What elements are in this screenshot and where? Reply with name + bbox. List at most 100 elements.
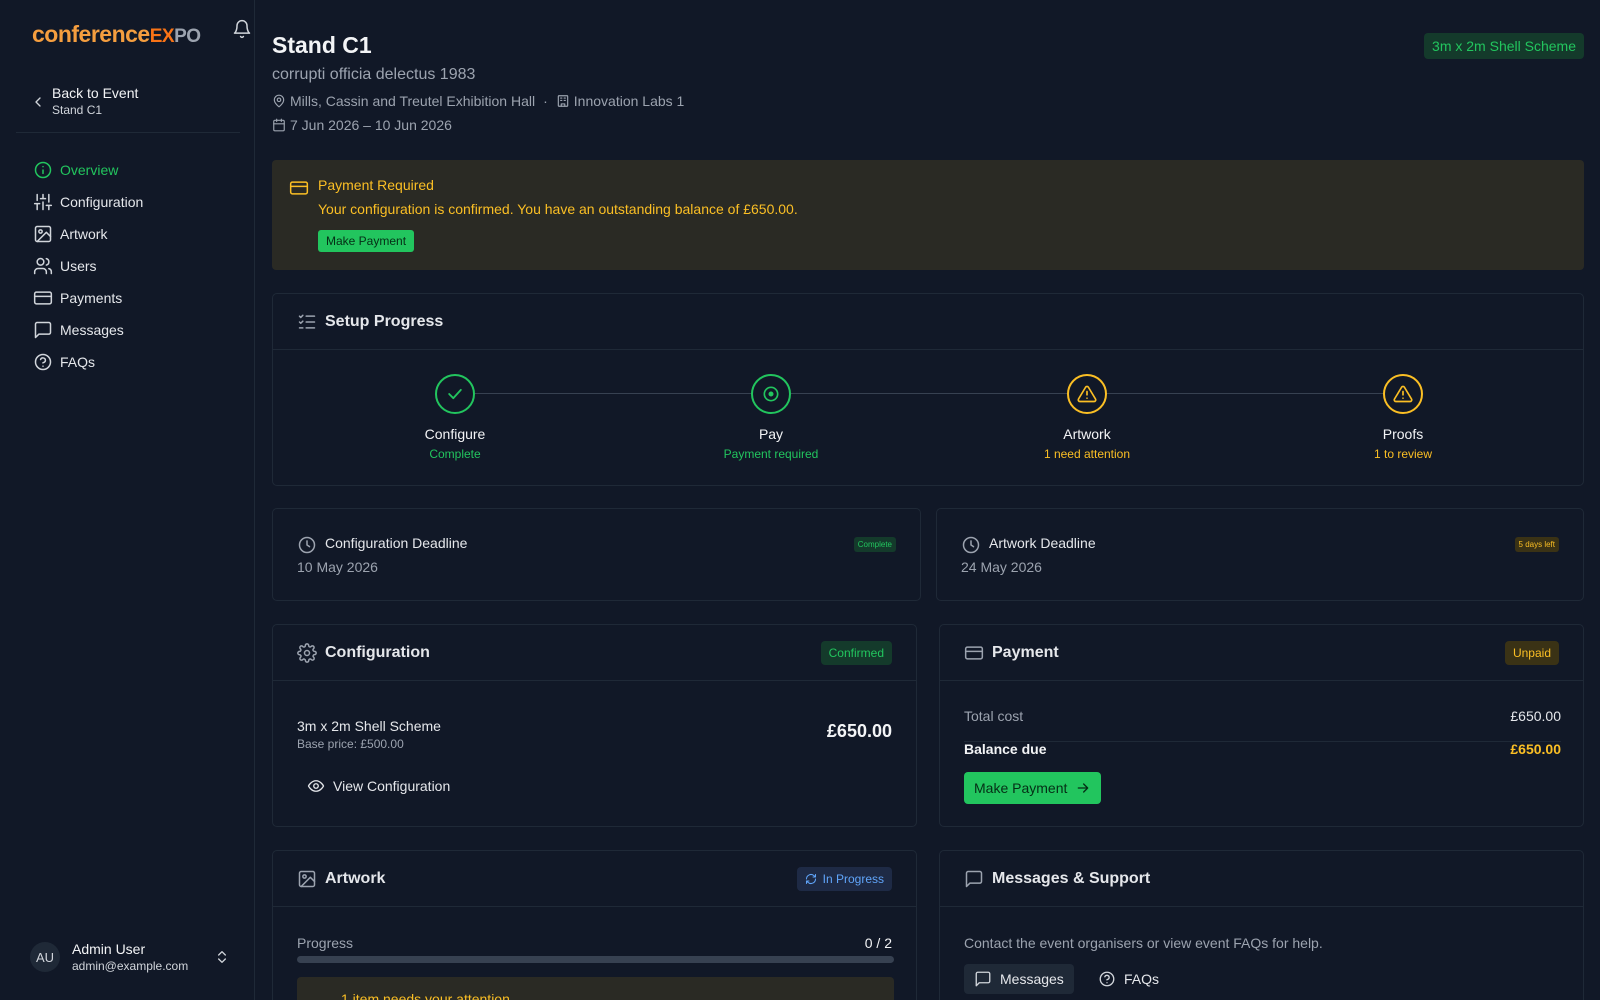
- make-payment-button[interactable]: Make Payment: [964, 772, 1102, 804]
- payment-title: Payment: [992, 643, 1059, 661]
- sidebar-item-label: Overview: [60, 162, 119, 178]
- messages-support-title: Messages & Support: [992, 869, 1151, 887]
- total-cost-row: Total cost £650.00: [964, 708, 1561, 742]
- alert-title: Payment Required: [318, 177, 434, 193]
- setup-progress-header: Setup Progress: [273, 294, 1583, 350]
- location-meta: Mills, Cassin and Treutel Exhibition Hal…: [272, 93, 684, 109]
- artwork-header: Artwork In Progress: [273, 851, 916, 907]
- dates-meta: 7 Jun 2026 – 10 Jun 2026: [272, 117, 452, 133]
- configuration-card: Configuration Confirmed 3m x 2m Shell Sc…: [272, 624, 917, 827]
- balance-due-label: Balance due: [964, 741, 1047, 757]
- sidebar-item-overview[interactable]: Overview: [33, 154, 243, 186]
- status-badge: Confirmed: [820, 640, 892, 665]
- messages-support-header: Messages & Support: [940, 851, 1583, 907]
- artwork-card: Artwork In Progress Progress 0 / 2 1 ite…: [272, 850, 917, 1000]
- avatar: AU: [30, 942, 60, 972]
- sidebar-item-messages[interactable]: Messages: [33, 314, 243, 346]
- list-checks-icon: [297, 312, 317, 332]
- step-status: 1 need attention: [1043, 447, 1131, 461]
- zone-text: Innovation Labs 1: [573, 93, 685, 109]
- sidebar-item-payments[interactable]: Payments: [33, 282, 243, 314]
- artwork-title: Artwork: [325, 869, 386, 887]
- balance-due-row: Balance due £650.00: [964, 741, 1561, 757]
- user-name: Admin User: [72, 941, 146, 957]
- payment-card: Payment Unpaid Total cost £650.00 Balanc…: [939, 624, 1584, 827]
- user-menu[interactable]: AU Admin User admin@example.com: [30, 940, 230, 974]
- image-icon: [297, 869, 317, 889]
- deadline-date: 24 May 2026: [961, 559, 1042, 575]
- balance-due-value: £650.00: [1510, 741, 1561, 757]
- gear-icon: [297, 642, 317, 663]
- image-icon: [33, 224, 53, 244]
- progress-label: Progress: [297, 935, 354, 951]
- attention-text: 1 item needs your attention: [341, 991, 510, 1000]
- payment-alert: Payment Required Your configuration is c…: [272, 160, 1584, 270]
- clock-icon: [961, 535, 981, 555]
- sidebar-item-label: FAQs: [60, 354, 96, 370]
- faqs-button[interactable]: FAQs: [1088, 964, 1169, 994]
- sidebar-item-faqs[interactable]: FAQs: [33, 346, 243, 378]
- refresh-icon: [805, 873, 817, 885]
- clock-icon: [297, 535, 317, 555]
- total-cost-label: Total cost: [964, 708, 1024, 724]
- step-status: 1 to review: [1373, 447, 1433, 461]
- step-configure: Configure Complete: [355, 374, 555, 461]
- artwork-deadline-card: Artwork Deadline 24 May 2026 5 days left: [936, 508, 1584, 601]
- sidebar-item-label: Configuration: [60, 194, 144, 210]
- step-label: Configure: [424, 426, 486, 442]
- attention-alert: 1 item needs your attention: [297, 977, 894, 1000]
- status-badge: 5 days left: [1514, 537, 1559, 552]
- help-circle-icon: [33, 352, 53, 372]
- status-badge-label: In Progress: [822, 871, 884, 886]
- sidebar-nav: Overview Configuration Artwork Users Pay…: [33, 154, 243, 378]
- logo[interactable]: conference EX PO: [32, 21, 201, 48]
- deadline-title: Artwork Deadline: [989, 535, 1096, 551]
- map-pin-icon: [272, 94, 286, 108]
- setup-progress-title: Setup Progress: [325, 312, 444, 330]
- configuration-header: Configuration Confirmed: [273, 625, 916, 681]
- sidebar-item-label: Payments: [60, 290, 123, 306]
- sidebar-item-users[interactable]: Users: [33, 250, 243, 282]
- user-email: admin@example.com: [72, 959, 189, 973]
- logo-row: conference EX PO: [32, 18, 252, 50]
- view-configuration-button[interactable]: View Configuration: [307, 777, 450, 795]
- setup-progress-card: Setup Progress Configure Complete Pay Pa…: [272, 293, 1584, 486]
- configuration-deadline-card: Configuration Deadline 10 May 2026 Compl…: [272, 508, 921, 601]
- configuration-price: £650.00: [826, 721, 892, 741]
- step-artwork: Artwork 1 need attention: [987, 374, 1187, 461]
- alert-triangle-icon: [1067, 374, 1107, 414]
- total-cost-value: £650.00: [1510, 708, 1561, 724]
- credit-card-icon: [289, 178, 309, 198]
- arrow-right-icon: [1067, 780, 1091, 796]
- sidebar-item-configuration[interactable]: Configuration: [33, 186, 243, 218]
- page-subtitle: corrupti officia delectus 1983: [272, 66, 476, 83]
- meta-separator: ·: [543, 93, 548, 109]
- page-title: Stand C1: [272, 32, 372, 58]
- step-pay: Pay Payment required: [671, 374, 871, 461]
- building-icon: [556, 94, 570, 108]
- sidebar-item-artwork[interactable]: Artwork: [33, 218, 243, 250]
- base-price: Base price: £500.00: [297, 737, 404, 751]
- bell-icon[interactable]: [232, 19, 254, 41]
- alert-message: Your configuration is confirmed. You hav…: [318, 201, 798, 217]
- messages-button[interactable]: Messages: [964, 964, 1074, 994]
- configuration-title: Configuration: [325, 643, 430, 661]
- progress-bar: [297, 956, 894, 963]
- logo-text-ex: EX: [149, 25, 175, 47]
- step-proofs: Proofs 1 to review: [1303, 374, 1503, 461]
- check-icon: [435, 374, 475, 414]
- back-to-event-link[interactable]: Back to Event Stand C1: [30, 84, 240, 118]
- logo-text-po: PO: [174, 25, 201, 47]
- make-payment-button[interactable]: Make Payment: [318, 230, 415, 252]
- message-icon: [964, 869, 984, 889]
- messages-support-card: Messages & Support Contact the event org…: [939, 850, 1584, 1000]
- dates-text: 7 Jun 2026 – 10 Jun 2026: [290, 117, 452, 133]
- setup-steps: Configure Complete Pay Payment required …: [273, 350, 1585, 486]
- chevron-left-icon: [30, 94, 46, 110]
- deadline-title: Configuration Deadline: [325, 535, 468, 551]
- product-name: 3m x 2m Shell Scheme: [297, 718, 441, 734]
- make-payment-label: Make Payment: [974, 780, 1068, 796]
- deadline-date: 10 May 2026: [297, 559, 378, 575]
- help-circle-icon: [1098, 970, 1124, 988]
- progress-value: 0 / 2: [864, 935, 892, 951]
